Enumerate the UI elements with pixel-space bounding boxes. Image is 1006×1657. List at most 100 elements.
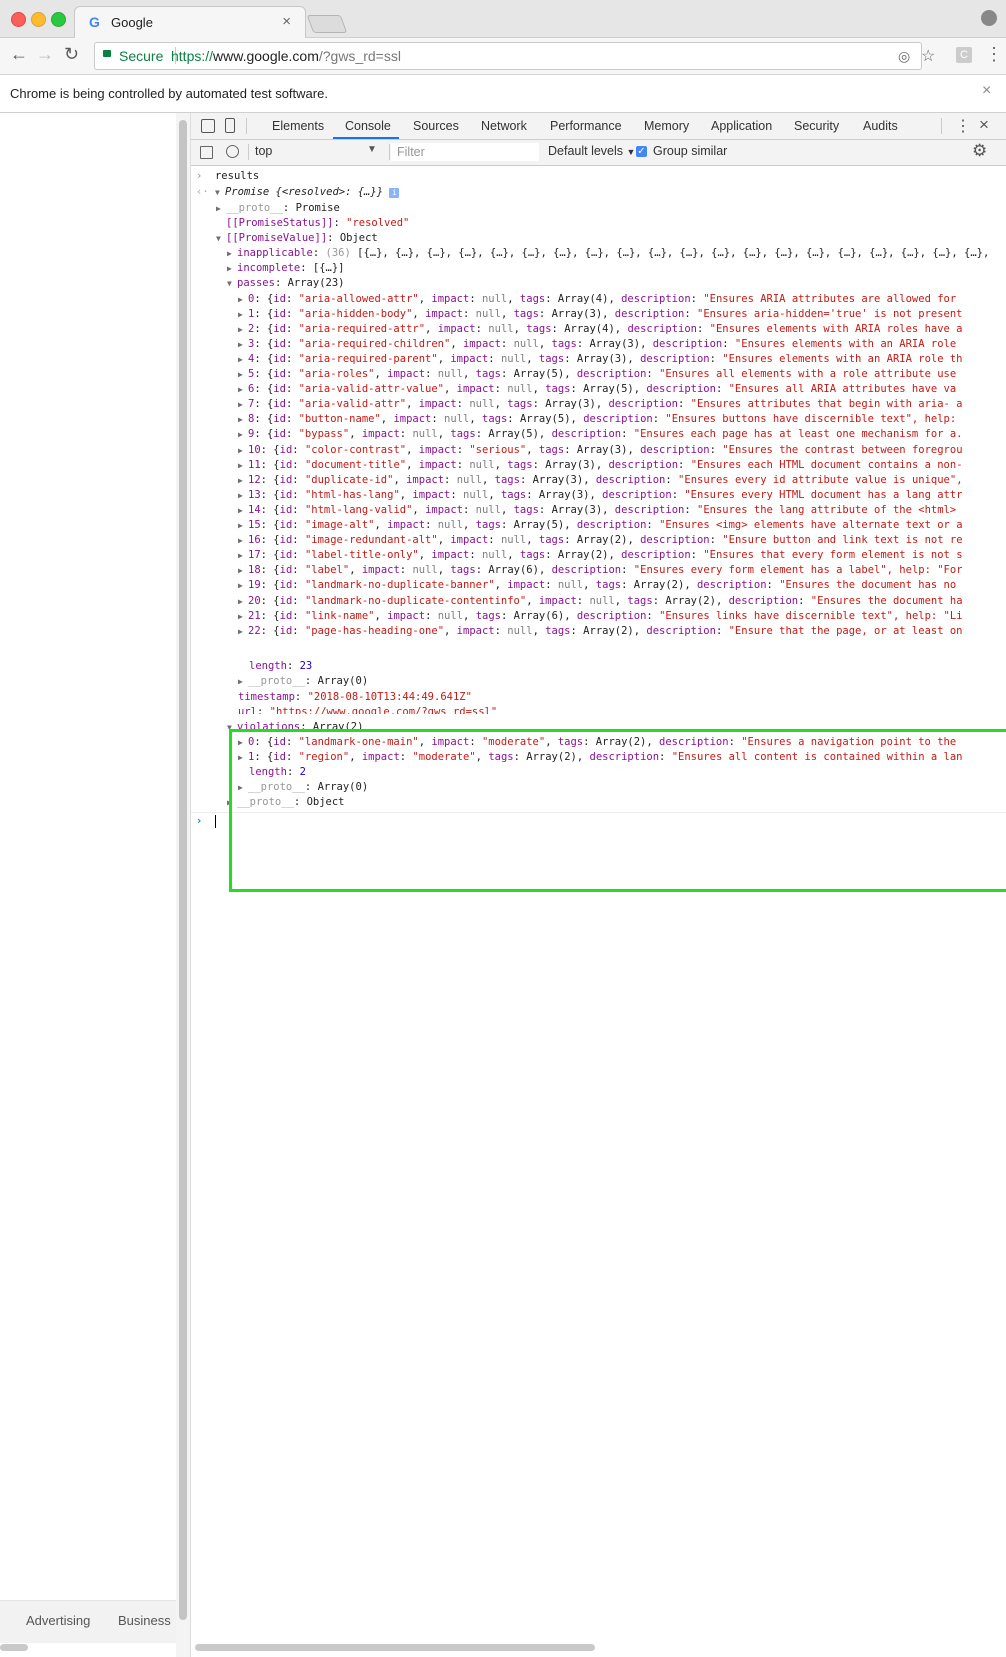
- pass-entry[interactable]: ▶ 12: {id: "duplicate-id", impact: null, …: [238, 473, 963, 488]
- pass-entry[interactable]: ▶ 22: {id: "page-has-heading-one", impact…: [238, 624, 963, 639]
- tab-elements[interactable]: Elements: [272, 119, 324, 133]
- entry-index: 17: [248, 549, 261, 562]
- entry-index: 16: [248, 534, 261, 547]
- bookmark-star-icon[interactable]: ☆: [921, 46, 935, 66]
- info-icon: i: [389, 188, 400, 198]
- pass-entry[interactable]: ▶ 7: {id: "aria-valid-attr", impact: null…: [238, 397, 963, 412]
- pass-entry[interactable]: ▶ 14: {id: "html-lang-valid", impact: nul…: [238, 503, 956, 518]
- infobar-close-icon[interactable]: ×: [982, 82, 991, 100]
- clear-console-icon[interactable]: [226, 145, 239, 158]
- prompt-chevron-icon: ›: [196, 170, 203, 182]
- entry-id: "image-redundant-alt": [304, 534, 438, 547]
- back-arrow-icon[interactable]: ←: [10, 44, 28, 65]
- new-tab-button[interactable]: [306, 15, 348, 33]
- entry-description: "Ensures attributes that begin with aria…: [690, 398, 963, 411]
- pass-entry[interactable]: ▶ 9: {id: "bypass", impact: null, tags: A…: [238, 427, 963, 442]
- console-command: results: [214, 170, 260, 182]
- page-hscrollbar[interactable]: [0, 1644, 28, 1651]
- location-icon[interactable]: ◎: [898, 48, 910, 65]
- entry-description: "Ensures every form element has a label"…: [633, 564, 963, 577]
- minimize-window-button[interactable]: [31, 12, 46, 27]
- pass-entry[interactable]: ▶ 21: {id: "link-name", impact: null, tag…: [238, 609, 963, 624]
- group-similar-checkbox[interactable]: ✓: [636, 146, 647, 157]
- entry-tags: Array(2): [665, 594, 716, 607]
- close-tab-icon[interactable]: ×: [282, 13, 291, 30]
- context-selector[interactable]: top ▼: [249, 143, 385, 161]
- pass-entry[interactable]: ▶ 11: {id: "document-title", impact: null…: [238, 458, 963, 473]
- console-prompt[interactable]: ›: [196, 814, 216, 829]
- devtools-menu-icon[interactable]: ⋮: [955, 116, 971, 136]
- pass-entry[interactable]: ▶ 20: {id: "landmark-no-duplicate-content…: [238, 594, 963, 609]
- tab-memory[interactable]: Memory: [644, 119, 689, 133]
- pass-entry[interactable]: ▶ 15: {id: "image-alt", impact: null, tag…: [238, 518, 963, 533]
- pass-entry[interactable]: ▶ 0: {id: "aria-allowed-attr", impact: nu…: [238, 292, 956, 307]
- entry-description: "Ensures that every form element is not …: [703, 549, 963, 562]
- entry-tags: Array(3): [576, 352, 628, 365]
- proto-promise-line[interactable]: ▶ __proto__: Promise: [216, 201, 340, 216]
- pass-entry[interactable]: ▶ 19: {id: "landmark-no-duplicate-banner"…: [238, 578, 956, 593]
- pass-entry[interactable]: ▶ 10: {id: "color-contrast", impact: "ser…: [238, 443, 963, 458]
- passes-proto-line[interactable]: ▶ __proto__: Array(0): [238, 674, 368, 689]
- entry-tags: Array(2): [583, 624, 634, 637]
- pass-entry[interactable]: ▶ 8: {id: "button-name", impact: null, ta…: [238, 412, 956, 427]
- menu-kebab-icon[interactable]: ⋮: [985, 44, 1003, 65]
- sidebar-toggle-icon[interactable]: [200, 146, 213, 159]
- profile-icon[interactable]: [981, 10, 997, 26]
- filter-input[interactable]: Filter: [391, 143, 539, 161]
- browser-tab[interactable]: G Google ×: [74, 6, 306, 38]
- tab-console[interactable]: Console: [345, 119, 391, 133]
- tab-performance[interactable]: Performance: [550, 119, 622, 133]
- entry-tags: Array(3): [545, 398, 596, 411]
- tab-sources[interactable]: Sources: [413, 119, 459, 133]
- pass-entry[interactable]: ▶ 18: {id: "label", impact: null, tags: A…: [238, 563, 963, 578]
- inapplicable-line[interactable]: ▶ inapplicable: (36) [{…}, {…}, {…}, {…},…: [227, 246, 989, 261]
- page-vscrollbar-thumb[interactable]: [179, 120, 187, 1620]
- entry-id: "aria-valid-attr-value": [298, 383, 445, 396]
- passes-length-value: 23: [299, 660, 313, 672]
- pass-entry[interactable]: ▶ 13: {id: "html-has-lang", impact: null,…: [238, 488, 963, 503]
- pass-entry[interactable]: ▶ 5: {id: "aria-roles", impact: null, tag…: [238, 367, 956, 382]
- promise-value-line[interactable]: ▼ [[PromiseValue]]: Object: [216, 231, 378, 246]
- pass-entry[interactable]: ▶ 16: {id: "image-redundant-alt", impact:…: [238, 533, 963, 548]
- entry-description: "Ensures each HTML document contains a n…: [690, 458, 963, 471]
- pass-entry[interactable]: ▶ 17: {id: "label-title-only", impact: nu…: [238, 548, 963, 563]
- pass-entry[interactable]: ▶ 4: {id: "aria-required-parent", impact:…: [238, 352, 963, 367]
- pass-entry[interactable]: ▶ 1: {id: "aria-hidden-body", impact: nul…: [238, 307, 963, 322]
- expanded-triangle-icon: ▼: [214, 188, 220, 197]
- tab-security[interactable]: Security: [794, 119, 839, 133]
- console-settings-gear-icon[interactable]: ⚙: [972, 141, 987, 161]
- business-link[interactable]: Business: [118, 1613, 171, 1628]
- collapsed-triangle-icon: ▶: [238, 626, 243, 636]
- extension-icon[interactable]: C: [956, 47, 972, 63]
- close-window-button[interactable]: [11, 12, 26, 27]
- address-bar[interactable]: Secure https://www.google.com/?gws_rd=ss…: [94, 42, 935, 70]
- incomplete-line[interactable]: ▶ incomplete: [{…}]: [227, 261, 344, 276]
- promise-result-line[interactable]: ‹· ▼ Promise {<resolved>: {…}} i: [196, 185, 400, 200]
- entry-impact: null: [437, 609, 464, 622]
- collapsed-triangle-icon: ▶: [238, 430, 243, 440]
- tab-application[interactable]: Application: [711, 119, 772, 133]
- tab-audits[interactable]: Audits: [863, 119, 898, 133]
- proto-key: __proto__: [248, 675, 305, 687]
- devtools-close-icon[interactable]: ×: [979, 115, 989, 135]
- tab-network[interactable]: Network: [481, 119, 527, 133]
- pass-entry[interactable]: ▶ 3: {id: "aria-required-children", impac…: [238, 337, 956, 352]
- inspect-element-icon[interactable]: [201, 119, 215, 133]
- entry-tags: Array(5): [513, 368, 565, 380]
- entry-tags: Array(6): [488, 564, 539, 577]
- device-toolbar-icon[interactable]: [225, 118, 235, 133]
- timestamp-line: timestamp: "2018-08-10T13:44:49.641Z": [238, 691, 472, 703]
- pass-entry[interactable]: ▶ 6: {id: "aria-valid-attr-value", impact…: [238, 382, 956, 397]
- reload-icon[interactable]: ↻: [64, 44, 79, 65]
- forward-arrow-icon[interactable]: →: [36, 44, 54, 65]
- advertising-link[interactable]: Advertising: [26, 1613, 90, 1628]
- console-hscrollbar-thumb[interactable]: [195, 1644, 595, 1651]
- pass-entry[interactable]: ▶ 2: {id: "aria-required-attr", impact: n…: [238, 322, 963, 337]
- entry-description: "Ensures ARIA attributes are allowed for: [703, 292, 957, 305]
- zoom-window-button[interactable]: [51, 12, 66, 27]
- levels-dropdown[interactable]: Default levels ▼: [548, 144, 635, 158]
- passes-line[interactable]: ▼ passes: Array(23): [227, 276, 345, 291]
- entry-id: "aria-hidden-body": [298, 307, 413, 320]
- entry-impact: null: [500, 352, 527, 365]
- text-caret: [214, 814, 216, 828]
